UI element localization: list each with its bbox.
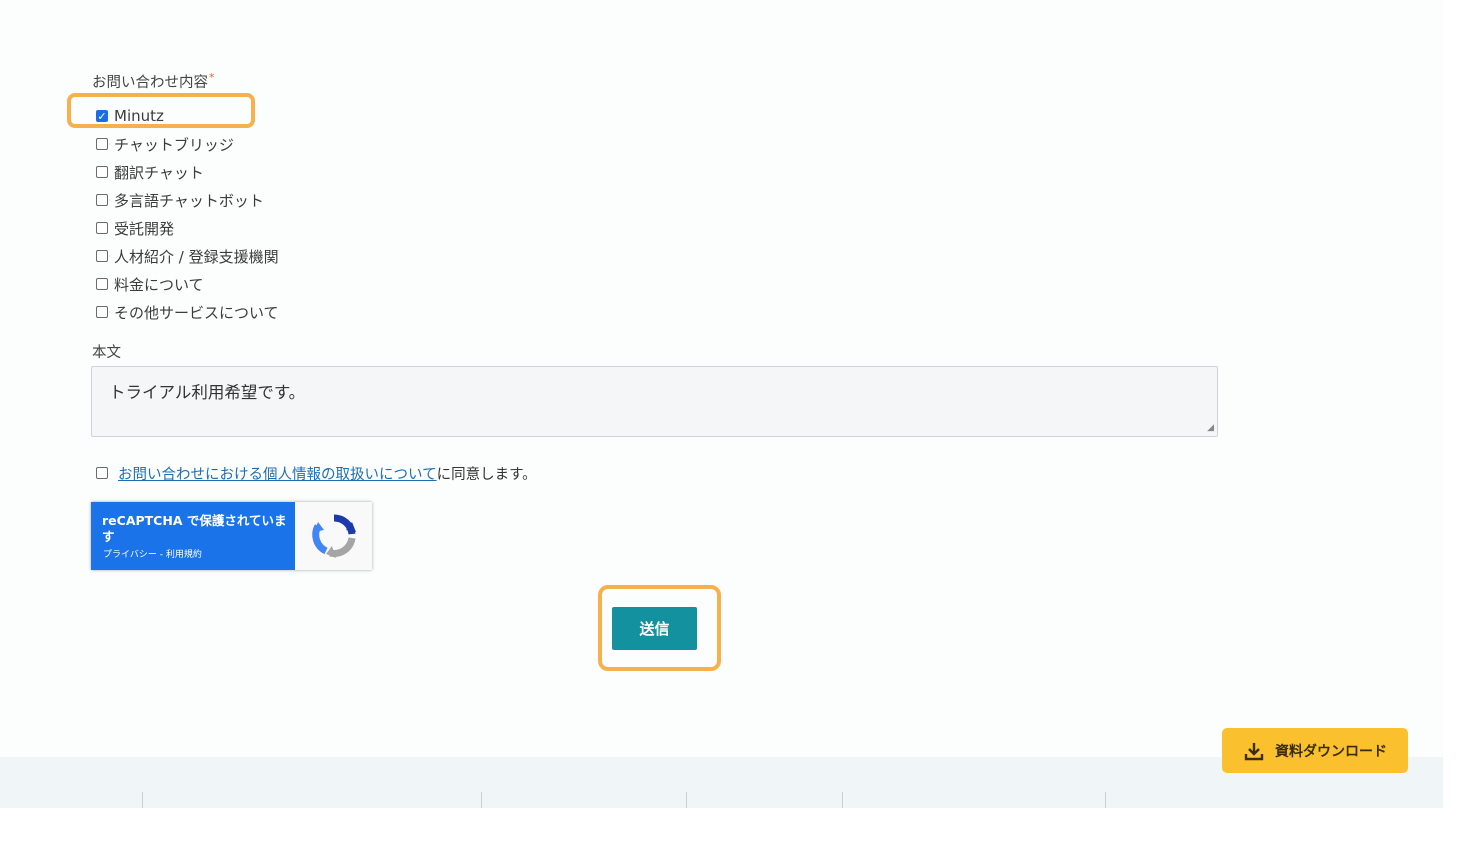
checkbox-icon[interactable] xyxy=(96,194,108,206)
recaptcha-badge: reCAPTCHA で保護されています プライバシー - 利用規約 xyxy=(91,502,372,570)
option-label: 料金について xyxy=(114,275,204,294)
checkbox-icon[interactable] xyxy=(96,278,108,290)
recaptcha-logo-icon xyxy=(295,502,372,570)
option-translation-chat[interactable]: 翻訳チャット xyxy=(96,158,279,186)
recaptcha-terms-link[interactable]: 利用規約 xyxy=(166,550,202,560)
option-label: チャットブリッジ xyxy=(114,135,234,154)
recaptcha-text: reCAPTCHA で保護されています xyxy=(102,513,287,544)
footer-divider xyxy=(842,792,843,808)
recaptcha-separator: - xyxy=(156,550,166,560)
privacy-consent-suffix: に同意します。 xyxy=(436,466,537,483)
checkbox-icon[interactable] xyxy=(96,166,108,178)
option-label: 翻訳チャット xyxy=(114,163,204,182)
page-content: お問い合わせ内容* ✓ Minutz チャットブリッジ 翻訳チャット 多言語チャッ… xyxy=(0,0,1443,808)
option-label: 多言語チャットボット xyxy=(114,191,264,210)
option-pricing[interactable]: 料金について xyxy=(96,270,279,298)
checkbox-icon[interactable] xyxy=(96,250,108,262)
option-contract-development[interactable]: 受託開発 xyxy=(96,214,279,242)
resize-handle-icon[interactable]: ◢ xyxy=(1207,424,1214,433)
option-minutz[interactable]: ✓ Minutz xyxy=(96,102,279,130)
option-label: その他サービスについて xyxy=(114,303,279,322)
recaptcha-links: プライバシー - 利用規約 xyxy=(103,547,202,560)
submit-button[interactable]: 送信 xyxy=(612,607,697,650)
option-label: Minutz xyxy=(114,107,164,125)
required-mark: * xyxy=(209,71,215,84)
inquiry-checkbox-list: ✓ Minutz チャットブリッジ 翻訳チャット 多言語チャットボット 受託開発 … xyxy=(96,102,279,326)
body-value: トライアル利用希望です。 xyxy=(109,383,306,402)
footer-divider xyxy=(686,792,687,808)
footer-divider xyxy=(142,792,143,808)
privacy-checkbox[interactable] xyxy=(96,467,108,479)
download-label: 資料ダウンロード xyxy=(1275,743,1387,760)
privacy-consent: お問い合わせにおける個人情報の取扱いについて に同意します。 xyxy=(96,463,537,483)
checkbox-icon[interactable] xyxy=(96,306,108,318)
recaptcha-privacy-link[interactable]: プライバシー xyxy=(103,550,157,560)
download-materials-button[interactable]: 資料ダウンロード xyxy=(1222,728,1408,773)
checkbox-icon[interactable] xyxy=(96,138,108,150)
body-label: 本文 xyxy=(92,345,121,361)
option-chat-bridge[interactable]: チャットブリッジ xyxy=(96,130,279,158)
checkbox-checked-icon[interactable]: ✓ xyxy=(96,110,108,122)
option-other-services[interactable]: その他サービスについて xyxy=(96,298,279,326)
body-textarea[interactable]: トライアル利用希望です。 ◢ xyxy=(91,366,1218,437)
privacy-policy-link[interactable]: お問い合わせにおける個人情報の取扱いについて xyxy=(118,463,437,484)
option-multilingual-chatbot[interactable]: 多言語チャットボット xyxy=(96,186,279,214)
footer-divider xyxy=(1105,792,1106,808)
option-label: 受託開発 xyxy=(114,219,175,238)
option-label: 人材紹介 / 登録支援機関 xyxy=(114,247,279,266)
option-staffing[interactable]: 人材紹介 / 登録支援機関 xyxy=(96,242,279,270)
inquiry-label: お問い合わせ内容* xyxy=(92,71,215,91)
checkbox-icon[interactable] xyxy=(96,222,108,234)
recaptcha-info-panel: reCAPTCHA で保護されています プライバシー - 利用規約 xyxy=(91,502,295,570)
footer-divider xyxy=(481,792,482,808)
download-icon xyxy=(1244,742,1264,760)
